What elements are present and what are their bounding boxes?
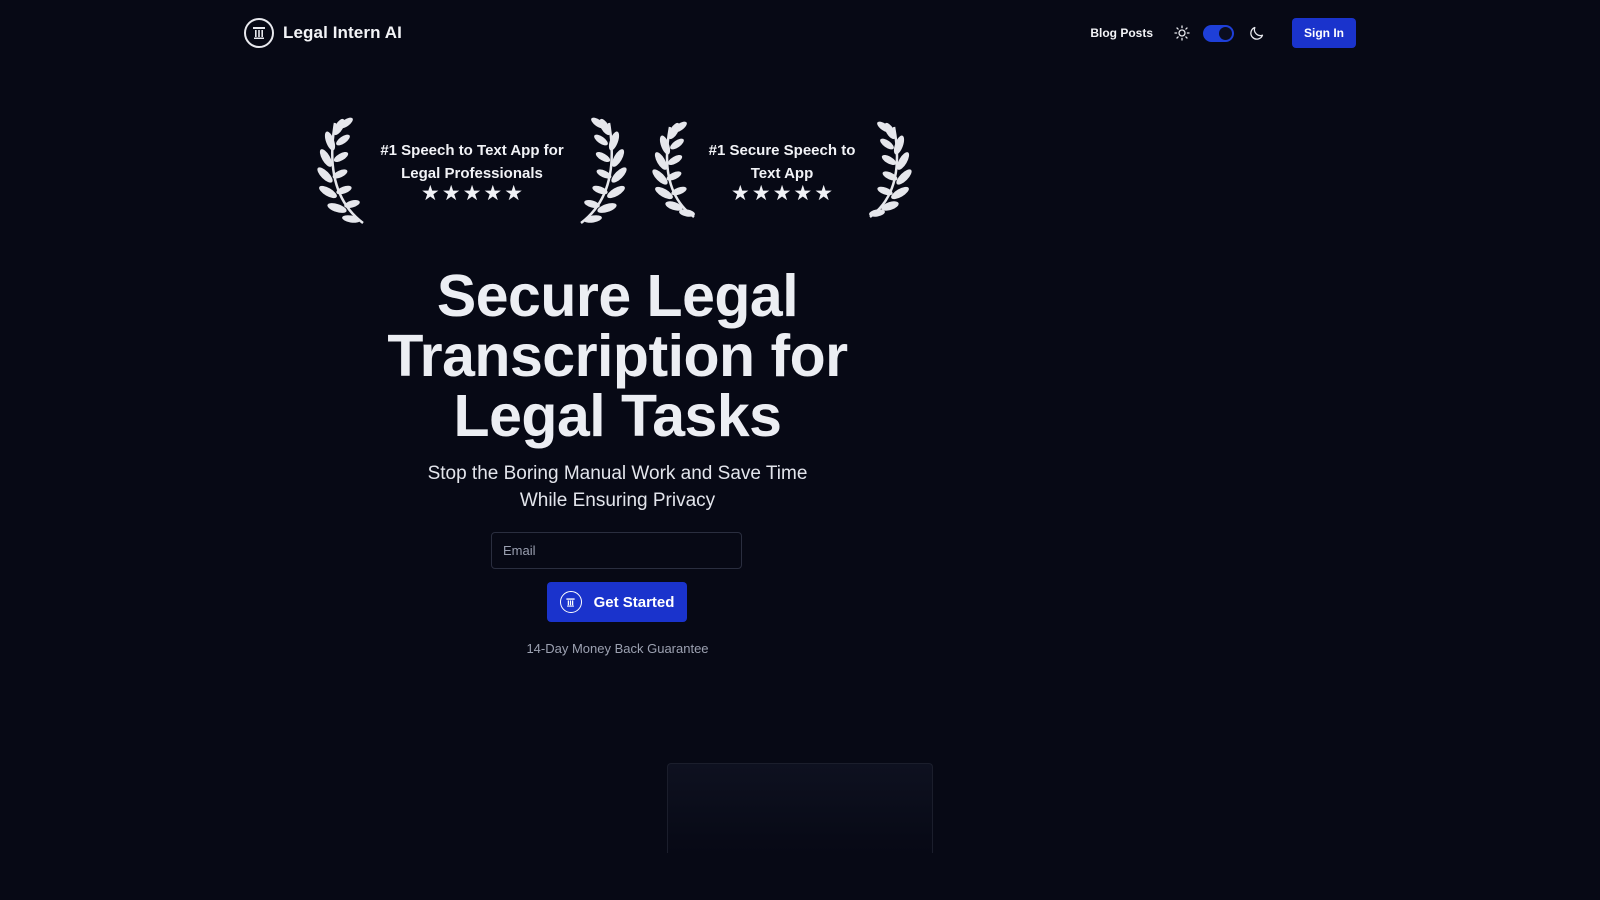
hero-subtitle: Stop the Boring Manual Work and Save Tim… (427, 463, 808, 511)
get-started-label: Get Started (593, 593, 675, 611)
landing-page: Legal Intern AI Blog Posts Sign In #1 Sp… (0, 0, 1600, 900)
guarantee-text: 14-Day Money Back Guarantee (526, 641, 709, 656)
laurel-right-icon (869, 121, 912, 219)
top-nav: Blog Posts Sign In (1090, 18, 1356, 48)
star-icon: ★ (483, 182, 503, 205)
preview-card (667, 763, 933, 853)
award-text-1: #1 Speech to Text App for Legal Professi… (375, 139, 569, 204)
award-text-2: #1 Secure Speech to Text App ★ ★ ★ ★ ★ (706, 139, 858, 204)
header: Legal Intern AI Blog Posts Sign In (0, 0, 1600, 68)
laurel-left-icon (317, 117, 364, 224)
sun-icon[interactable] (1173, 24, 1191, 42)
theme-toggle[interactable] (1203, 24, 1234, 42)
star-icon: ★ (420, 182, 440, 205)
hero-title: Secure Legal Transcription for Legal Tas… (387, 263, 848, 449)
award-title: #1 Secure Speech to Text App (708, 142, 856, 182)
star-icon: ★ (751, 182, 771, 205)
star-icon: ★ (441, 182, 461, 205)
star-icon: ★ (772, 182, 792, 205)
star-icon: ★ (730, 182, 750, 205)
star-icon: ★ (462, 182, 482, 205)
brand-link[interactable]: Legal Intern AI (244, 18, 402, 48)
blog-posts-link[interactable]: Blog Posts (1090, 26, 1153, 40)
pillar-logo-icon (559, 591, 582, 613)
award-badge-2: #1 Secure Speech to Text App ★ ★ ★ ★ ★ (644, 113, 920, 231)
star-icon: ★ (793, 182, 813, 205)
theme-toggle-knob (1219, 26, 1232, 40)
laurel-left-icon (652, 121, 695, 219)
star-icon: ★ (814, 182, 834, 205)
star-icon: ★ (504, 182, 524, 205)
pillar-logo-icon (244, 18, 274, 48)
get-started-button[interactable]: Get Started (547, 582, 687, 622)
moon-icon[interactable] (1248, 24, 1266, 42)
star-rating: ★ ★ ★ ★ ★ (706, 182, 858, 205)
star-rating: ★ ★ ★ ★ ★ (375, 182, 569, 205)
award-title: #1 Speech to Text App for Legal Professi… (380, 142, 564, 182)
laurel-right-icon (580, 117, 627, 224)
brand-name: Legal Intern AI (283, 23, 402, 42)
award-badge-1: #1 Speech to Text App for Legal Professi… (313, 113, 631, 231)
email-input[interactable] (491, 532, 742, 569)
sign-in-button[interactable]: Sign In (1292, 18, 1356, 48)
